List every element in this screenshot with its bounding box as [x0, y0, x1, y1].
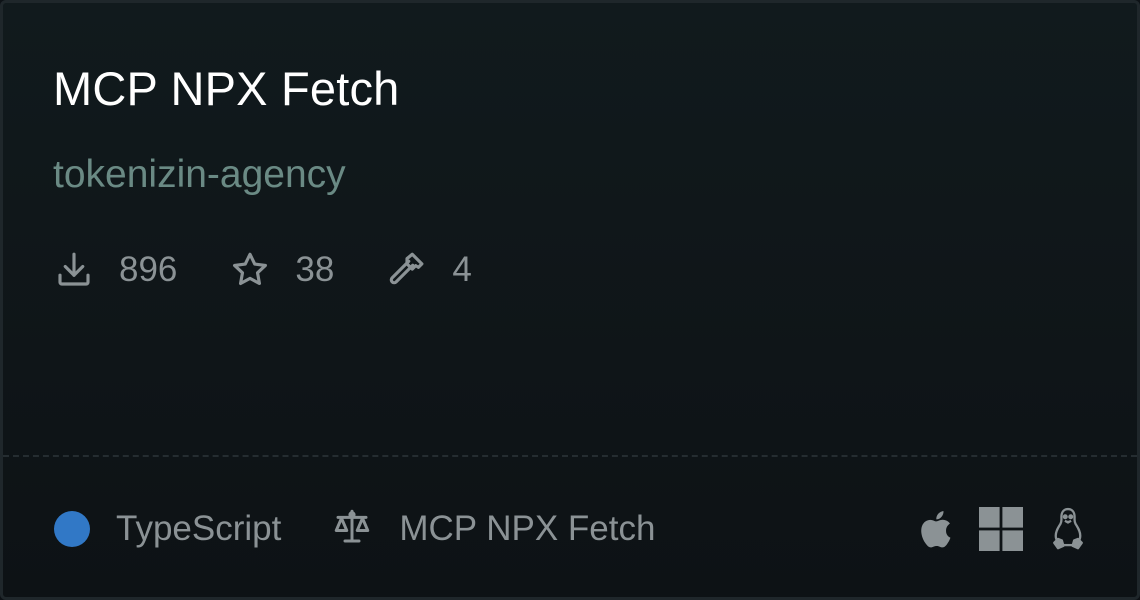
owner-name[interactable]: tokenizin-agency — [53, 151, 346, 199]
tools-count: 4 — [452, 250, 472, 289]
server-card[interactable]: MCP NPX Fetch tokenizin-agency 896 38 4 … — [0, 0, 1140, 600]
language-color-dot — [54, 511, 90, 547]
downloads-stat: 896 — [53, 247, 177, 293]
download-icon — [53, 249, 95, 291]
linux-icon — [1049, 506, 1087, 552]
apple-icon — [915, 506, 953, 552]
card-title: MCP NPX Fetch — [53, 62, 400, 115]
platform-icons — [889, 503, 1087, 555]
hammer-icon — [386, 249, 428, 291]
stars-stat: 38 — [229, 247, 334, 293]
star-icon — [229, 249, 271, 291]
tools-stat: 4 — [386, 247, 472, 293]
stats-row: 896 38 4 — [53, 247, 524, 293]
downloads-count: 896 — [119, 250, 178, 289]
license: MCP NPX Fetch — [331, 506, 655, 553]
language-label: TypeScript — [116, 509, 282, 548]
stars-count: 38 — [295, 250, 335, 289]
windows-icon — [979, 507, 1023, 551]
scale-icon — [331, 506, 399, 553]
license-label: MCP NPX Fetch — [399, 509, 656, 548]
card-divider — [3, 455, 1137, 457]
